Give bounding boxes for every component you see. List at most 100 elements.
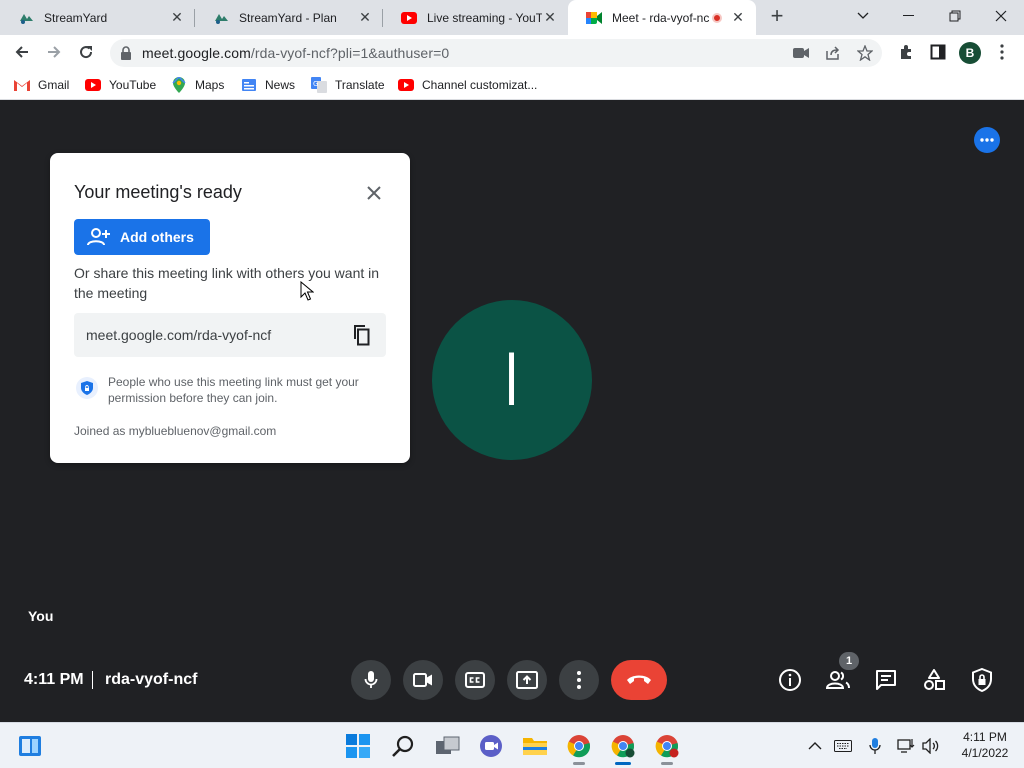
chrome-menu-icon[interactable] [990,40,1014,64]
back-button[interactable] [8,38,36,66]
bookmark-star-icon[interactable] [856,44,874,62]
bookmark-gmail[interactable]: Gmail [14,76,69,94]
restore-button[interactable] [932,0,978,32]
closed-captions-icon [465,672,485,688]
present-screen-button[interactable] [507,660,547,700]
tab-streamyard[interactable]: StreamYard ✕ [0,0,195,35]
youtube-icon [401,10,417,26]
chrome-alt-profile-icon[interactable] [652,731,682,761]
translate-icon: G [311,77,327,93]
chrome-profile-icon[interactable] [608,731,638,761]
tab-strip: StreamYard ✕ StreamYard - Plan ✕ Live st… [0,0,1024,35]
keyboard-icon[interactable] [833,736,853,756]
shield-lock-icon [972,668,992,692]
self-tile-label: You [28,608,54,624]
close-icon[interactable] [362,181,386,205]
bookmark-label: Gmail [38,78,70,92]
bookmark-translate[interactable]: G Translate [311,76,385,94]
chat-icon [875,669,897,691]
meeting-time: 4:11 PM [24,671,84,688]
dialog-title: Your meeting's ready [74,182,242,202]
tab-close-icon[interactable]: ✕ [730,9,746,26]
address-bar[interactable]: meet.google.com/rda-vyof-ncf?pli=1&authu… [110,39,882,67]
chevron-up-icon[interactable] [805,736,825,756]
bookmark-news[interactable]: News [241,76,295,94]
microphone-icon[interactable] [865,736,885,756]
bookmark-label: Channel customizat... [422,78,538,92]
activities-button[interactable] [920,666,948,694]
search-icon[interactable] [388,731,418,761]
host-controls-button[interactable] [968,666,996,694]
youtube-icon [85,77,101,93]
teams-chat-icon[interactable] [476,731,506,761]
leave-call-button[interactable] [611,660,667,700]
captions-button[interactable] [455,660,495,700]
tab-title: Meet - rda-vyof-nc [612,10,710,25]
profile-avatar[interactable]: B [959,42,981,64]
meeting-ready-dialog: Your meeting's ready Add others Or share… [50,153,410,463]
permission-note: People who use this meeting link must ge… [74,374,386,406]
chrome-icon[interactable] [564,731,594,761]
lock-icon[interactable] [120,46,132,60]
add-person-icon [86,227,110,247]
meeting-link-field[interactable]: meet.google.com/rda-vyof-ncf [74,313,386,357]
camera-button[interactable] [403,660,443,700]
recording-icon [712,12,722,23]
add-others-button[interactable]: Add others [74,219,210,255]
bookmark-channel-customization[interactable]: Channel customizat... [398,76,537,94]
tab-search-icon[interactable] [840,0,886,32]
video-camera-icon [413,673,433,687]
task-view-icon[interactable] [433,731,463,761]
meeting-code: rda-vyof-ncf [105,671,198,688]
tab-streamyard-plan[interactable]: StreamYard - Plan ✕ [195,0,383,35]
meeting-details-button[interactable] [776,666,804,694]
reload-button[interactable] [72,38,100,66]
file-explorer-icon[interactable] [520,731,550,761]
copy-icon[interactable] [348,323,372,347]
add-others-label: Add others [120,229,194,245]
tab-title: Live streaming - YouTu [427,10,542,25]
people-icon [825,670,851,690]
chat-button[interactable] [872,666,900,694]
tab-close-icon[interactable]: ✕ [357,9,373,26]
forward-button[interactable] [40,38,68,66]
windows-start-icon[interactable] [343,731,373,761]
side-panel-icon[interactable] [926,40,950,64]
share-instructions: Or share this meeting link with others y… [74,265,380,301]
system-clock[interactable]: 4:11 PM 4/1/2022 [950,729,1020,761]
tab-close-icon[interactable]: ✕ [169,9,185,26]
url-text: meet.google.com/rda-vyof-ncf?pli=1&authu… [142,45,449,61]
camera-icon[interactable] [792,44,810,62]
network-icon[interactable] [896,736,916,756]
volume-icon[interactable] [921,736,941,756]
microphone-icon [364,670,378,690]
tab-title: StreamYard [44,10,108,25]
more-vert-icon [577,671,581,689]
bookmark-label: YouTube [109,78,157,92]
new-tab-button[interactable]: + [766,5,788,28]
microphone-button[interactable] [351,660,391,700]
people-button[interactable] [824,666,852,694]
window-close-button[interactable] [978,0,1024,32]
share-icon[interactable] [824,44,842,62]
tab-title: StreamYard - Plan [239,10,337,25]
tab-close-icon[interactable]: ✕ [542,9,558,26]
more-options-icon[interactable] [974,127,1000,153]
browser-toolbar: meet.google.com/rda-vyof-ncf?pli=1&authu… [0,35,1024,70]
running-indicator [661,762,673,765]
minimize-button[interactable] [886,0,932,32]
desktop-app-icon[interactable] [15,731,45,761]
url-path: /rda-vyof-ncf?pli=1&authuser=0 [250,45,450,61]
svg-text:G: G [313,80,318,88]
news-icon [241,77,257,93]
tab-meet[interactable]: Meet - rda-vyof-nc ✕ [568,0,756,35]
maps-icon [171,77,187,93]
gmail-icon [14,77,30,93]
clock-date: 4/1/2022 [961,746,1009,760]
activities-icon [923,669,945,691]
tab-live-streaming[interactable]: Live streaming - YouTu ✕ [383,0,568,35]
bookmark-youtube[interactable]: YouTube [85,76,156,94]
extensions-icon[interactable] [894,40,918,64]
bookmark-maps[interactable]: Maps [171,76,224,94]
more-options-button[interactable] [559,660,599,700]
